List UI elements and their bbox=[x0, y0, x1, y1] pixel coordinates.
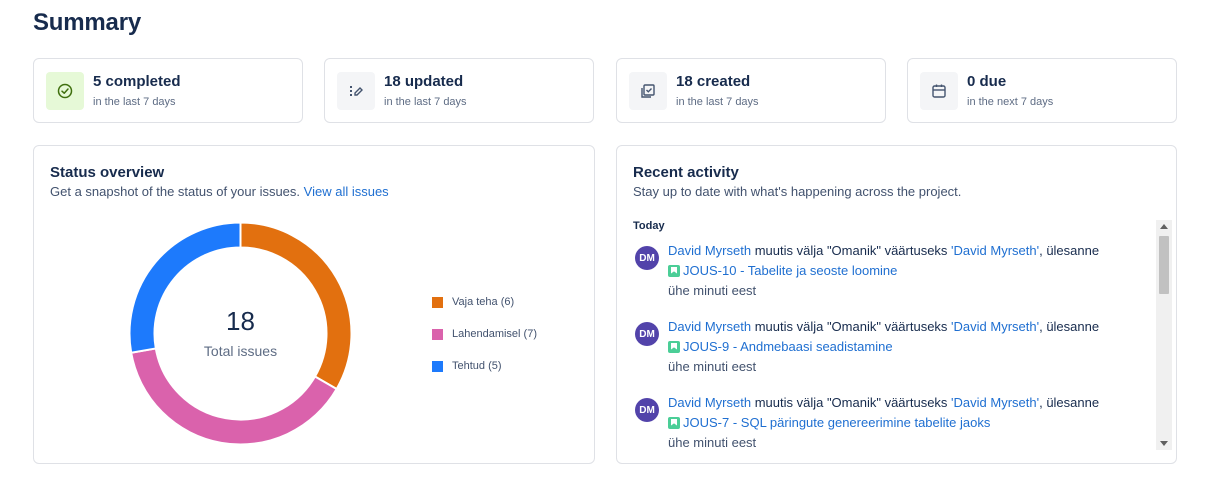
legend-swatch bbox=[432, 360, 443, 372]
stat-card-updated[interactable]: 18 updated in the last 7 days bbox=[324, 58, 594, 123]
activity-text: David Myrseth muutis välja "Omanik" väär… bbox=[668, 319, 1099, 334]
value-link[interactable]: 'David Myrseth' bbox=[951, 319, 1039, 334]
donut-slice-lahendamisel[interactable] bbox=[130, 347, 338, 446]
legend-item-vaja-teha[interactable]: Vaja teha (6) bbox=[432, 294, 537, 310]
donut-total-value: 18 bbox=[226, 306, 255, 336]
issue-line: JOUS-10 - Tabelite ja seoste loomine bbox=[668, 263, 897, 278]
scroll-thumb[interactable] bbox=[1159, 236, 1169, 294]
stat-sub: in the last 7 days bbox=[93, 96, 176, 108]
legend-label: Lahendamisel (7) bbox=[452, 328, 537, 340]
value-link[interactable]: 'David Myrseth' bbox=[951, 243, 1039, 258]
status-subtitle-text: Get a snapshot of the status of your iss… bbox=[50, 184, 301, 199]
stat-sub: in the last 7 days bbox=[384, 96, 467, 108]
activity-time: ühe minuti eest bbox=[668, 283, 757, 298]
status-overview-panel: Status overview Get a snapshot of the st… bbox=[33, 145, 595, 464]
recent-activity-subtitle: Stay up to date with what's happening ac… bbox=[633, 184, 962, 199]
activity-item: DM David Myrseth muutis välja "Omanik" v… bbox=[633, 241, 1153, 317]
activity-suffix: , ülesanne bbox=[1039, 395, 1100, 410]
view-all-issues-link[interactable]: View all issues bbox=[304, 184, 389, 199]
legend-swatch bbox=[432, 296, 443, 308]
issue-link[interactable]: JOUS-10 - Tabelite ja seoste loomine bbox=[683, 263, 897, 278]
create-issue-icon bbox=[629, 72, 667, 110]
activity-text: David Myrseth muutis välja "Omanik" väär… bbox=[668, 395, 1099, 410]
stat-card-created[interactable]: 18 created in the last 7 days bbox=[616, 58, 886, 123]
user-link[interactable]: David Myrseth bbox=[668, 395, 751, 410]
legend-swatch bbox=[432, 328, 443, 340]
story-icon bbox=[668, 340, 680, 353]
activity-suffix: , ülesanne bbox=[1039, 319, 1100, 334]
issue-link[interactable]: JOUS-7 - SQL päringute genereerimine tab… bbox=[683, 415, 990, 430]
story-icon bbox=[668, 416, 680, 429]
user-link[interactable]: David Myrseth bbox=[668, 319, 751, 334]
scroll-up-arrow-icon[interactable] bbox=[1160, 224, 1168, 229]
issue-link[interactable]: JOUS-9 - Andmebaasi seadistamine bbox=[683, 339, 893, 354]
activity-item: DM David Myrseth muutis välja "Omanik" v… bbox=[633, 317, 1153, 393]
status-overview-title: Status overview bbox=[50, 164, 165, 181]
calendar-icon bbox=[920, 72, 958, 110]
stat-value: 0 due bbox=[967, 73, 1007, 90]
activity-text: David Myrseth muutis välja "Omanik" väär… bbox=[668, 243, 1099, 258]
scroll-down-arrow-icon[interactable] bbox=[1160, 441, 1168, 446]
issue-line: JOUS-9 - Andmebaasi seadistamine bbox=[668, 339, 893, 354]
activity-suffix: , ülesanne bbox=[1039, 243, 1100, 258]
avatar[interactable]: DM bbox=[635, 398, 659, 422]
status-overview-subtitle: Get a snapshot of the status of your iss… bbox=[50, 184, 389, 199]
check-circle-icon bbox=[46, 72, 84, 110]
stat-sub: in the next 7 days bbox=[967, 96, 1054, 108]
activity-scrollbar[interactable] bbox=[1156, 220, 1172, 450]
edit-list-icon bbox=[337, 72, 375, 110]
user-link[interactable]: David Myrseth bbox=[668, 243, 751, 258]
legend-item-tehtud[interactable]: Tehtud (5) bbox=[432, 358, 537, 374]
activity-time: ühe minuti eest bbox=[668, 359, 757, 374]
story-icon bbox=[668, 264, 680, 277]
stat-card-completed[interactable]: 5 completed in the last 7 days bbox=[33, 58, 303, 123]
activity-list[interactable]: DM David Myrseth muutis välja "Omanik" v… bbox=[633, 241, 1153, 451]
issue-line: JOUS-7 - SQL päringute genereerimine tab… bbox=[668, 415, 990, 430]
legend-label: Vaja teha (6) bbox=[452, 296, 515, 308]
value-link[interactable]: 'David Myrseth' bbox=[951, 395, 1039, 410]
recent-activity-title: Recent activity bbox=[633, 164, 739, 181]
page-title: Summary bbox=[33, 9, 141, 36]
activity-action: muutis välja "Omanik" väärtuseks bbox=[751, 395, 952, 410]
stat-value: 18 updated bbox=[384, 73, 464, 90]
chart-legend: Vaja teha (6) Lahendamisel (7) Tehtud (5… bbox=[432, 294, 537, 390]
donut-total-label: Total issues bbox=[203, 343, 278, 359]
activity-time: ühe minuti eest bbox=[668, 435, 757, 450]
stat-value: 18 created bbox=[676, 73, 751, 90]
legend-item-lahendamisel[interactable]: Lahendamisel (7) bbox=[432, 326, 537, 342]
avatar[interactable]: DM bbox=[635, 246, 659, 270]
legend-label: Tehtud (5) bbox=[452, 360, 502, 372]
stat-sub: in the last 7 days bbox=[676, 96, 759, 108]
stat-value: 5 completed bbox=[93, 73, 181, 90]
activity-day-heading: Today bbox=[633, 220, 665, 232]
recent-activity-panel: Recent activity Stay up to date with wha… bbox=[616, 145, 1177, 464]
activity-item: DM David Myrseth muutis välja "Omanik" v… bbox=[633, 393, 1153, 451]
activity-action: muutis välja "Omanik" väärtuseks bbox=[751, 243, 952, 258]
avatar[interactable]: DM bbox=[635, 322, 659, 346]
activity-action: muutis välja "Omanik" väärtuseks bbox=[751, 319, 952, 334]
stat-card-due[interactable]: 0 due in the next 7 days bbox=[907, 58, 1177, 123]
